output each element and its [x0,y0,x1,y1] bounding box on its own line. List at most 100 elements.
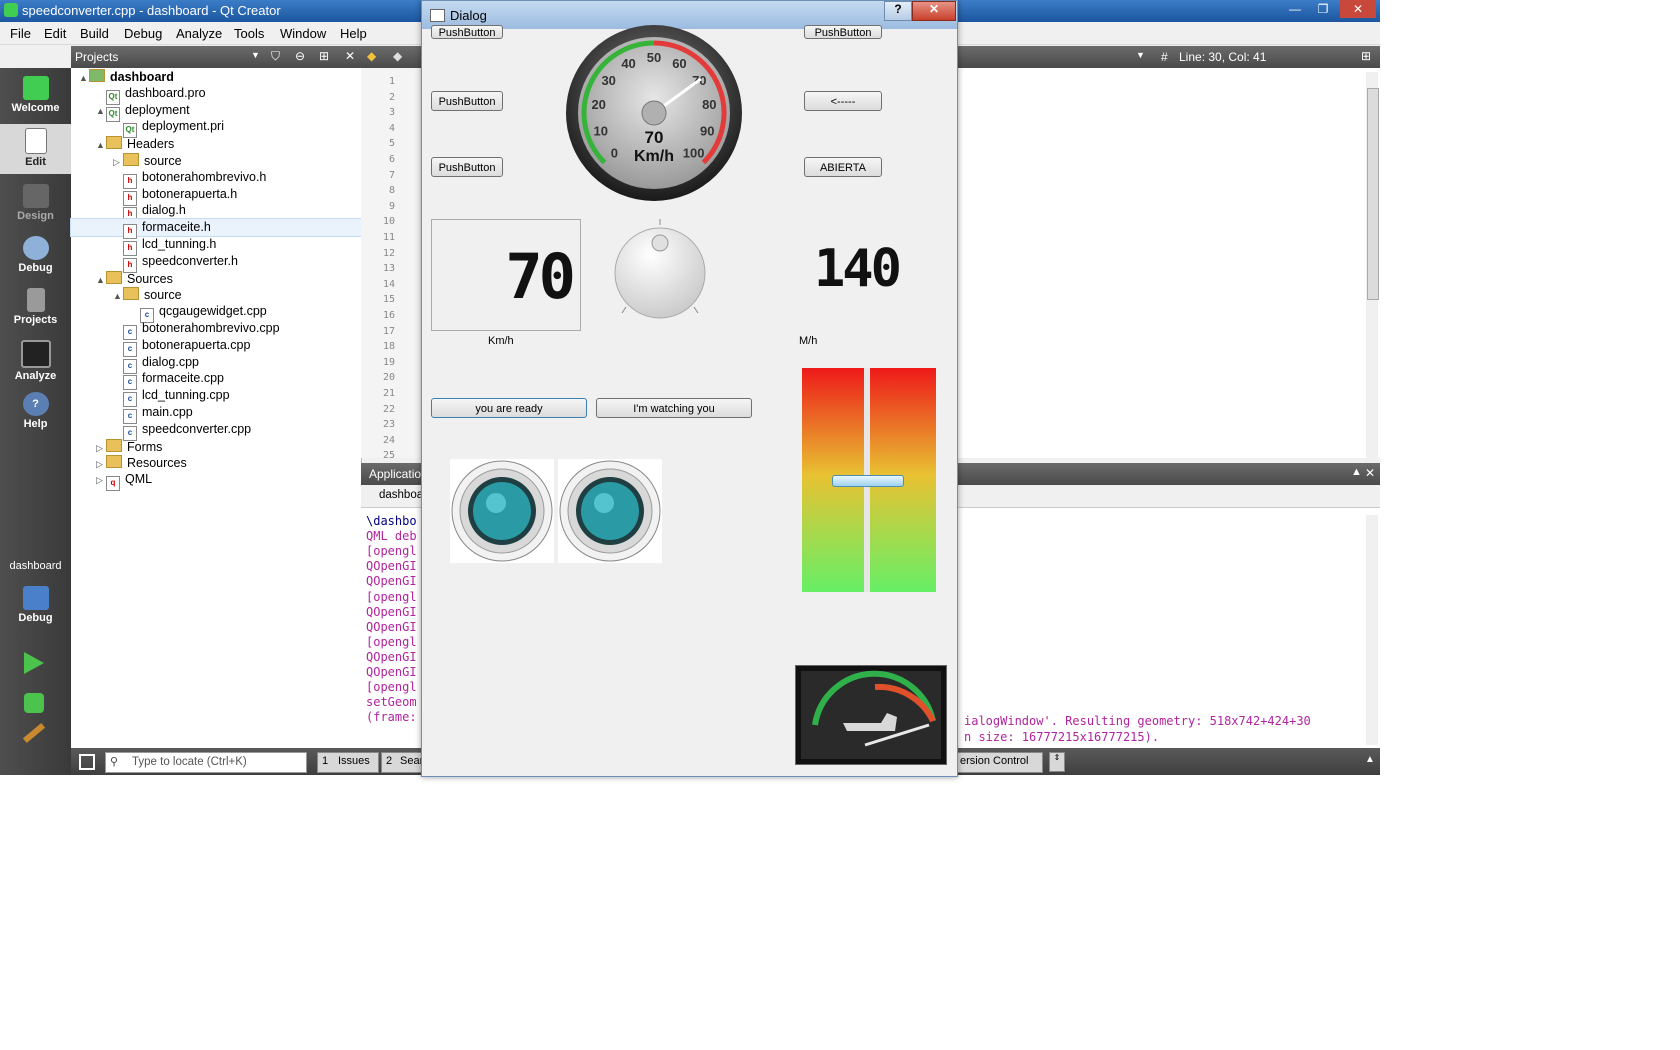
chevron-up-icon[interactable]: ▲ [1365,754,1375,765]
expand-arrow-icon[interactable]: ▲ [113,291,123,301]
menu-debug[interactable]: Debug [124,26,162,41]
tree-item-lcd-tunning-h[interactable]: h lcd_tunning.h [71,236,361,256]
close-button[interactable]: ✕ [1340,0,1376,18]
push-button-left-1[interactable]: PushButton [431,25,503,39]
maximize-pane-icon[interactable]: ▲ [1351,466,1362,478]
push-button-right-1[interactable]: PushButton [804,25,882,39]
expand-arrow-icon[interactable]: ▷ [96,443,106,454]
dialog-close-button[interactable]: ✕ [912,1,956,21]
tree-item-lcd-tunning-cpp[interactable]: c lcd_tunning.cpp [71,387,361,408]
close-icon[interactable]: ✕ [1365,466,1375,480]
chevron-up-down-icon[interactable]: ⇕ [1049,752,1065,772]
locator-input[interactable]: ⚲ Type to locate (Ctrl+K) [105,752,307,773]
forward-arrow-icon[interactable]: ◆ [393,49,402,63]
menu-tools[interactable]: Tools [234,26,264,41]
expand-arrow-icon[interactable]: ▲ [96,275,106,285]
output-scrollbar[interactable] [1366,515,1378,745]
mode-edit[interactable]: Edit [0,124,71,174]
tree-item-source[interactable]: ▷ source [71,152,361,169]
debug-run-icon[interactable] [24,693,44,713]
watching-you-button[interactable]: I'm watching you [596,398,752,418]
issues-tab[interactable]: 1 Issues [317,752,379,773]
mode-debug[interactable]: Debug [0,232,71,282]
tree-item-botonerapuerta-h[interactable]: h botonerapuerta.h [71,186,361,206]
tree-item-dashboard-pro[interactable]: Qt dashboard.pro [71,85,361,105]
output-line: [opengl [366,589,417,604]
chevron-down-icon[interactable]: ▼ [251,50,260,60]
tree-item-forms[interactable]: ▷ Forms [71,438,361,455]
split-icon[interactable]: ⊞ [1361,49,1371,63]
expand-arrow-icon[interactable]: ▷ [96,459,106,470]
mode-help[interactable]: ? Help [0,388,71,438]
expand-arrow-icon[interactable]: ▲ [96,106,106,116]
tree-item-dialog-h[interactable]: h dialog.h [71,202,361,223]
toggle-sidebar-icon[interactable] [79,754,95,770]
chevron-down-icon[interactable]: ▼ [1136,50,1145,60]
back-arrow-icon[interactable]: ◆ [367,49,376,63]
link-icon[interactable]: ⊖ [295,49,305,63]
minimize-button[interactable]: — [1282,0,1308,18]
tree-item-qcgaugewidget-cpp[interactable]: c qcgaugewidget.cpp [71,303,361,324]
tree-item-main-cpp[interactable]: c main.cpp [71,404,361,424]
tree-item-botonerapuerta-cpp[interactable]: c botonerapuerta.cpp [71,337,361,357]
mode-projects[interactable]: Projects [0,284,71,334]
menu-edit[interactable]: Edit [44,26,66,41]
tree-item-deployment[interactable]: ▲ Qt deployment [71,102,361,122]
expand-arrow-icon[interactable]: ▷ [96,475,106,486]
speed-dial-knob[interactable] [608,217,712,327]
slider-handle[interactable] [832,475,904,487]
tree-item-headers[interactable]: ▲ Headers [71,135,361,152]
tree-item-botonerahombrevivo-cpp[interactable]: c botonerahombrevivo.cpp [71,320,361,340]
push-button-left-2[interactable]: PushButton [431,91,503,111]
projects-selector[interactable]: Projects [75,50,118,64]
tree-item-botonerahombrevivo-h[interactable]: h botonerahombrevivo.h [71,169,361,189]
knob-indicator [651,234,669,252]
tree-item-formaceite-cpp[interactable]: c formaceite.cpp [71,370,361,391]
expand-arrow-icon[interactable]: ▷ [113,157,123,168]
editor-scrollbar[interactable] [1366,72,1379,458]
menu-analyze[interactable]: Analyze [176,26,222,41]
menu-window[interactable]: Window [280,26,326,41]
menu-file[interactable]: File [10,26,31,41]
expand-arrow-icon[interactable]: ▲ [79,73,89,83]
tree-item-dashboard[interactable]: ▲ dashboard [71,68,361,85]
push-button-left-3[interactable]: PushButton [431,157,503,177]
abierta-button[interactable]: ABIERTA [804,157,882,177]
you-are-ready-button[interactable]: you are ready [431,398,587,418]
close-icon[interactable]: ✕ [345,49,355,63]
mode-welcome[interactable]: Welcome [0,72,71,122]
menu-help[interactable]: Help [340,26,367,41]
version-control-tab[interactable]: ersion Control [957,752,1043,773]
teal-led-lamp-1 [450,459,554,563]
tree-item-formaceite-h[interactable]: h formaceite.h [70,218,362,240]
menu-build[interactable]: Build [80,26,109,41]
split-icon[interactable]: ⊞ [319,49,329,63]
tree-item-deployment-pri[interactable]: Qt deployment.pri [71,118,361,139]
tree-item-speedconverter-cpp[interactable]: c speedconverter.cpp [71,421,361,441]
level-slider[interactable] [802,368,936,592]
line-number: 7 [388,169,395,181]
tab-label: ersion Control [960,755,1029,767]
mode-design[interactable]: Design [0,180,71,230]
tree-item-sources[interactable]: ▲ Sources [71,270,361,287]
run-icon[interactable] [24,652,44,674]
filter-icon[interactable]: ⛉ [271,49,280,64]
locator-placeholder: Type to locate (Ctrl+K) [132,756,247,768]
tab-number: 1 [322,755,329,767]
tree-item-dialog-cpp[interactable]: c dialog.cpp [71,354,361,374]
tree-item-speedconverter-h[interactable]: h speedconverter.h [71,253,361,273]
back-arrow-button[interactable]: <----- [804,91,882,111]
tree-item-qml[interactable]: ▷ q QML [71,471,361,492]
tree-item-source[interactable]: ▲ source [71,286,361,303]
help-button[interactable]: ? [884,1,912,21]
expand-arrow-icon[interactable]: ▲ [96,140,106,150]
maximize-button[interactable]: ❐ [1310,0,1336,18]
search-results-tab[interactable]: 2 Sear [381,752,423,773]
line-number: 25 [382,450,395,462]
tree-item-resources[interactable]: ▷ Resources [71,454,361,471]
kit-selector[interactable]: Debug [0,582,71,632]
scrollbar-thumb[interactable] [1367,88,1379,300]
line-number: 2 [388,91,395,103]
tree-item-label: dialog.h [142,203,186,218]
mode-analyze[interactable]: Analyze [0,336,71,386]
